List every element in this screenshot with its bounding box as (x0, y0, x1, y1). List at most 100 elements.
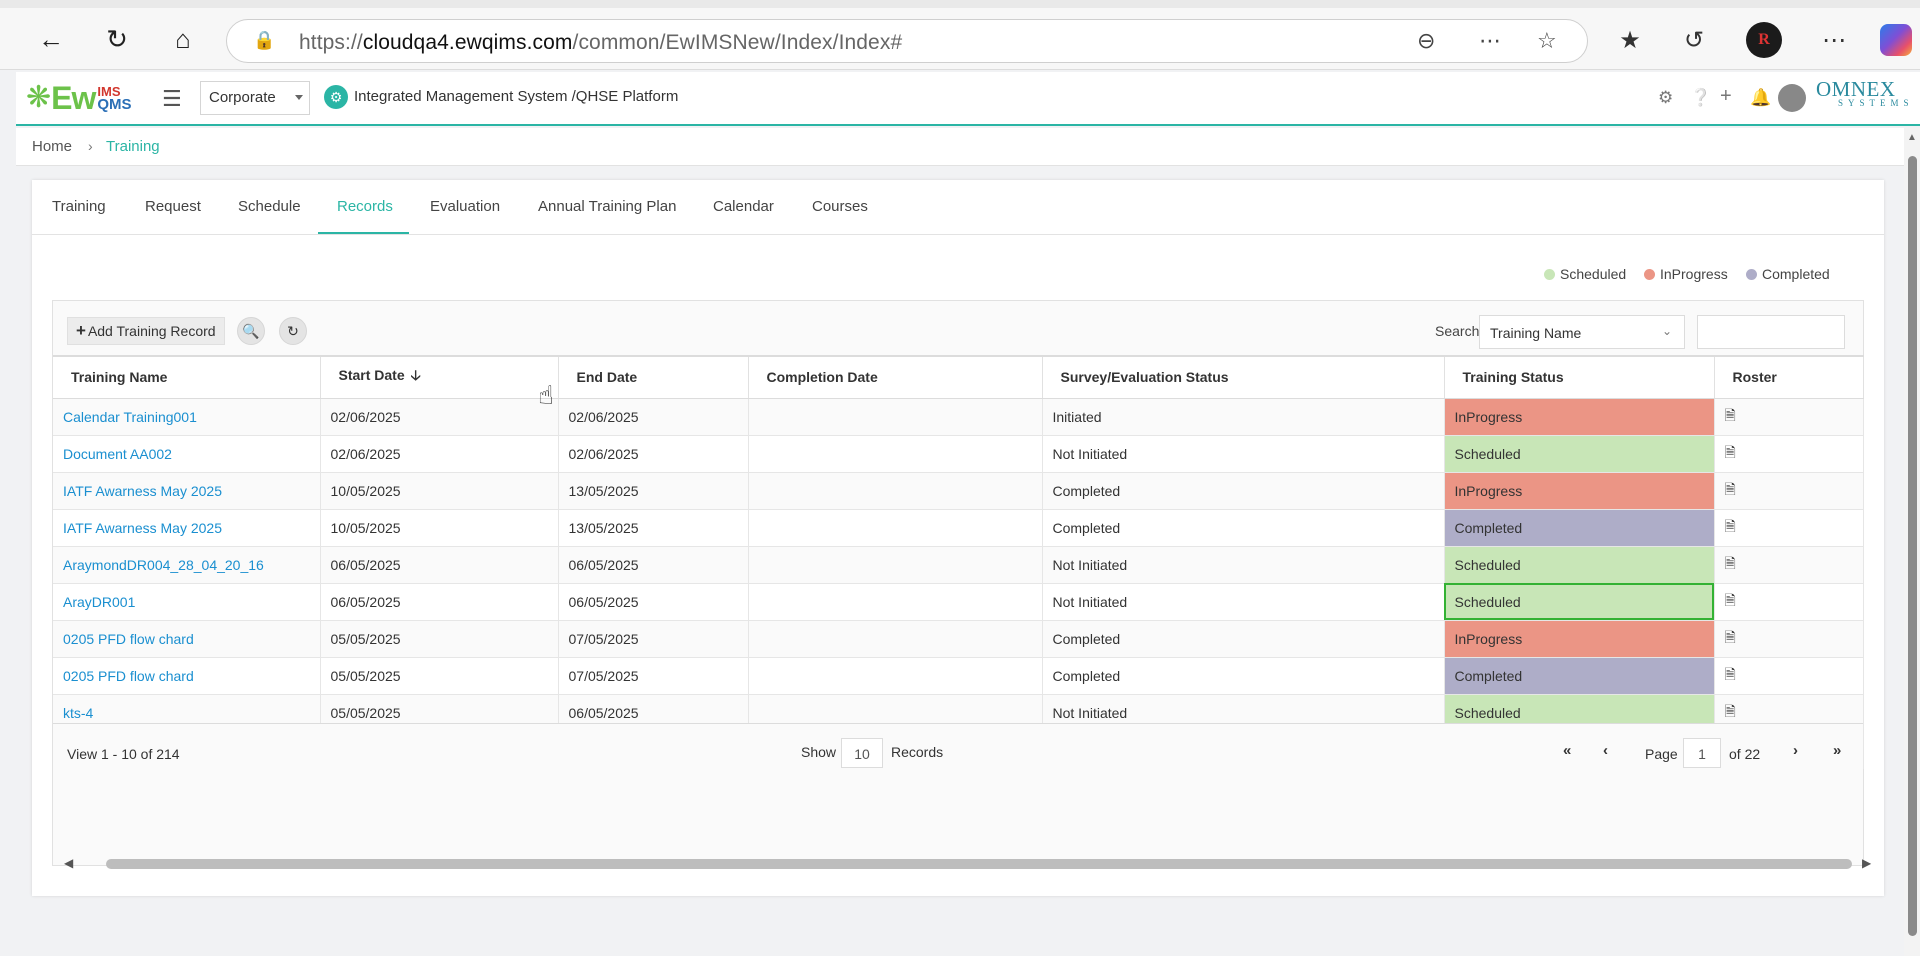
roster-document-icon[interactable]: 🗎 (1725, 444, 1736, 460)
add-training-record-button[interactable]: + Add Training Record (67, 317, 225, 345)
tab-records[interactable]: Records (337, 198, 393, 215)
training-status-cell[interactable]: Scheduled (1444, 546, 1715, 584)
tab-evaluation[interactable]: Evaluation (430, 198, 500, 215)
column-header-roster[interactable]: Roster (1714, 355, 1864, 399)
roster-cell[interactable]: 🗎 (1714, 583, 1864, 621)
tab-annual-training-plan[interactable]: Annual Training Plan (538, 198, 676, 215)
search-input[interactable] (1697, 315, 1845, 349)
roster-cell[interactable]: 🗎 (1714, 657, 1864, 695)
search-icon[interactable]: 🔍 (237, 317, 265, 345)
user-avatar[interactable] (1778, 84, 1806, 112)
training-status-cell[interactable]: Scheduled (1444, 583, 1715, 621)
home-icon[interactable]: ⌂ (166, 22, 200, 56)
training-status-cell[interactable]: InProgress (1444, 398, 1715, 436)
scroll-right-icon[interactable]: ▶ (1862, 856, 1871, 870)
ewqims-logo[interactable]: ❋ Ew IMS QMS (26, 80, 132, 116)
roster-cell[interactable]: 🗎 (1714, 472, 1864, 510)
help-icon[interactable]: ❔ (1690, 88, 1711, 108)
training-name-link[interactable]: Calendar Training001 (53, 398, 321, 436)
table-row[interactable]: IATF Awarness May 2025 10/05/2025 13/05/20… (53, 509, 1864, 547)
reload-icon[interactable]: ↻ (100, 22, 134, 56)
training-name-link[interactable]: Document AA002 (53, 435, 321, 473)
more-options-icon[interactable]: ⋯ (1479, 28, 1501, 54)
address-url[interactable]: https://cloudqa4.ewqims.com/common/EwIMS… (299, 31, 902, 55)
table-row[interactable]: 0205 PFD flow chard 05/05/2025 07/05/2025 C… (53, 620, 1864, 658)
roster-cell[interactable]: 🗎 (1714, 398, 1864, 436)
roster-cell[interactable]: 🗎 (1714, 620, 1864, 658)
next-page-icon[interactable]: › (1793, 742, 1798, 759)
breadcrumb-home[interactable]: Home (32, 138, 72, 155)
horizontal-scroll-thumb[interactable] (106, 859, 1852, 869)
table-row[interactable]: AraymondDR004_28_04_20_16 06/05/2025 06/05… (53, 546, 1864, 584)
column-header-end-date[interactable]: End Date (558, 355, 749, 399)
column-header-completion-date[interactable]: Completion Date (748, 355, 1043, 399)
profile-avatar[interactable]: R (1746, 22, 1782, 58)
training-name-link[interactable]: AraymondDR004_28_04_20_16 (53, 546, 321, 584)
column-header-training-status[interactable]: Training Status (1444, 355, 1715, 399)
training-name-link[interactable]: 0205 PFD flow chard (53, 657, 321, 695)
add-icon[interactable]: + (1720, 85, 1732, 108)
page-number-input[interactable]: 1 (1683, 738, 1721, 768)
start-date-cell: 06/05/2025 (320, 583, 559, 621)
vertical-scrollbar[interactable]: ▲ (1904, 128, 1920, 956)
search-field-select[interactable]: Training Name ⌄ (1479, 315, 1685, 349)
roster-document-icon[interactable]: 🗎 (1725, 481, 1736, 497)
page-size-input[interactable]: 10 (841, 738, 883, 768)
training-name-link[interactable]: IATF Awarness May 2025 (53, 472, 321, 510)
roster-document-icon[interactable]: 🗎 (1725, 555, 1736, 571)
training-status-cell[interactable]: InProgress (1444, 620, 1715, 658)
scroll-up-icon[interactable]: ▲ (1907, 132, 1917, 143)
roster-document-icon[interactable]: 🗎 (1725, 518, 1736, 534)
organization-select[interactable]: Corporate (200, 81, 310, 115)
survey-status-cell: Completed (1042, 620, 1445, 658)
favorites-icon[interactable]: ★ (1612, 22, 1648, 58)
settings-gear-icon[interactable]: ⚙ (1658, 88, 1673, 108)
menu-hamburger-icon[interactable]: ☰ (162, 86, 182, 112)
back-icon[interactable]: ← (34, 22, 68, 56)
last-page-icon[interactable]: » (1833, 742, 1841, 759)
training-status-cell[interactable]: InProgress (1444, 472, 1715, 510)
settings-more-icon[interactable]: ⋯ (1816, 22, 1852, 58)
table-row[interactable]: Calendar Training001 02/06/2025 02/06/2025… (53, 398, 1864, 436)
notification-bell-icon[interactable]: 🔔 (1750, 88, 1771, 108)
vertical-scroll-thumb[interactable] (1908, 156, 1917, 936)
tab-courses[interactable]: Courses (812, 198, 868, 215)
table-row[interactable]: ArayDR001 06/05/2025 06/05/2025 Not Initiat… (53, 583, 1864, 621)
zoom-out-icon[interactable]: ⊖ (1417, 28, 1435, 54)
scroll-left-icon[interactable]: ◀ (64, 856, 73, 870)
roster-document-icon[interactable]: 🗎 (1725, 629, 1736, 645)
training-name-link[interactable]: ArayDR001 (53, 583, 321, 621)
address-bar[interactable]: 🔒 https://cloudqa4.ewqims.com/common/EwI… (226, 19, 1588, 63)
tab-training[interactable]: Training (52, 198, 106, 215)
training-status-cell[interactable]: Scheduled (1444, 435, 1715, 473)
training-name-link[interactable]: 0205 PFD flow chard (53, 620, 321, 658)
history-icon[interactable]: ↺ (1676, 22, 1712, 58)
roster-cell[interactable]: 🗎 (1714, 509, 1864, 547)
table-row[interactable]: IATF Awarness May 2025 10/05/2025 13/05/20… (53, 472, 1864, 510)
tab-calendar[interactable]: Calendar (713, 198, 774, 215)
training-status-cell[interactable]: Completed (1444, 509, 1715, 547)
roster-document-icon[interactable]: 🗎 (1725, 407, 1736, 423)
favorite-star-icon[interactable]: ☆ (1537, 28, 1557, 54)
table-row[interactable]: 0205 PFD flow chard 05/05/2025 07/05/2025 C… (53, 657, 1864, 695)
tab-schedule[interactable]: Schedule (238, 198, 301, 215)
horizontal-scrollbar[interactable]: ◀ ▶ (52, 856, 1871, 872)
refresh-icon[interactable]: ↻ (279, 317, 307, 345)
training-status-cell[interactable]: Completed (1444, 657, 1715, 695)
column-header-training-name[interactable]: Training Name (53, 355, 321, 399)
column-header-start-date[interactable]: Start Date 🡣 (320, 355, 559, 399)
end-date-cell: 02/06/2025 (558, 435, 749, 473)
roster-cell[interactable]: 🗎 (1714, 546, 1864, 584)
breadcrumb-current[interactable]: Training (106, 138, 160, 155)
roster-document-icon[interactable]: 🗎 (1725, 703, 1736, 719)
roster-document-icon[interactable]: 🗎 (1725, 592, 1736, 608)
copilot-icon[interactable] (1880, 24, 1912, 56)
previous-page-icon[interactable]: ‹ (1603, 742, 1608, 759)
training-name-link[interactable]: IATF Awarness May 2025 (53, 509, 321, 547)
first-page-icon[interactable]: « (1563, 742, 1571, 759)
roster-cell[interactable]: 🗎 (1714, 435, 1864, 473)
tab-request[interactable]: Request (145, 198, 201, 215)
table-row[interactable]: Document AA002 02/06/2025 02/06/2025 Not In… (53, 435, 1864, 473)
column-header-survey-status[interactable]: Survey/Evaluation Status (1042, 355, 1445, 399)
roster-document-icon[interactable]: 🗎 (1725, 666, 1736, 682)
